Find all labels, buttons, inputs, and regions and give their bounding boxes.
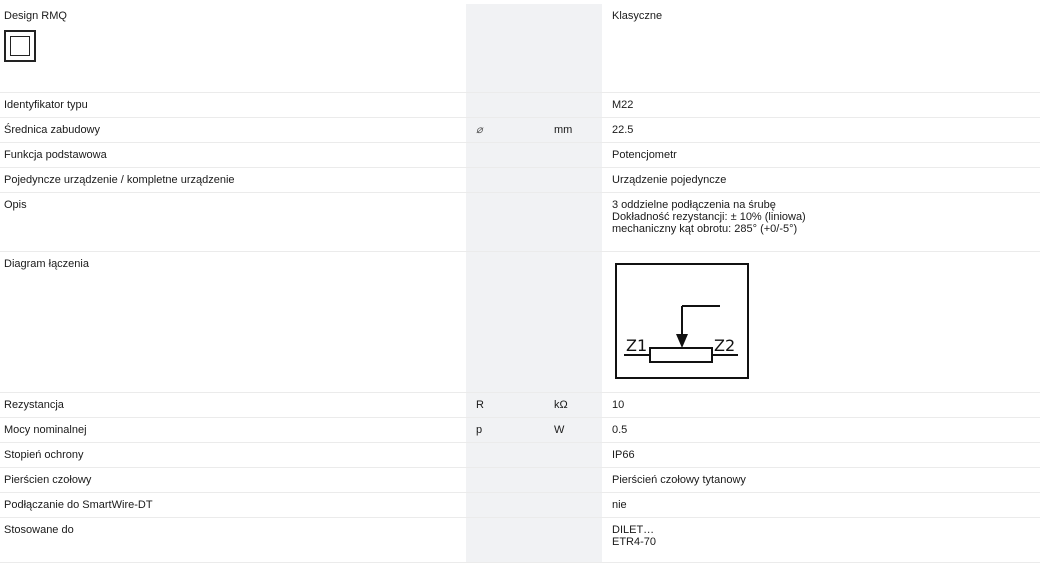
unit-cell: W [544, 417, 602, 443]
table-row: Rezystancja R kΩ 10 [0, 392, 1040, 418]
unit-cell [544, 517, 602, 563]
symbol-cell [466, 517, 544, 563]
row-label: Stopień ochrony [0, 442, 466, 468]
table-row: Opis 3 oddzielne podłączenia na śrubę Do… [0, 192, 1040, 252]
applies-to-item: DILET… [612, 524, 655, 536]
value-cell: 10 [602, 392, 1040, 418]
symbol-cell [466, 92, 544, 118]
table-row: Funkcja podstawowa Potencjometr [0, 142, 1040, 168]
table-row: Diagram łączenia Z1 Z2 [0, 251, 1040, 393]
unit-cell [544, 492, 602, 518]
symbol-cell [466, 442, 544, 468]
value-cell: Urządzenie pojedyncze [602, 167, 1040, 193]
resistor-body [649, 347, 713, 363]
value-cell: Pierścień czołowy tytanowy [602, 467, 1040, 493]
symbol-cell: p [466, 417, 544, 443]
unit-cell [544, 467, 602, 493]
value-cell: Klasyczne [602, 4, 1040, 93]
symbol-cell [466, 467, 544, 493]
applies-to-item: ETR4-70 [612, 536, 657, 548]
row-label: Mocy nominalnej [0, 417, 466, 443]
table-row: Design RMQ Klasyczne [0, 4, 1040, 93]
unit-cell: kΩ [544, 392, 602, 418]
diameter-icon: ⌀ [466, 117, 544, 143]
row-label: Diagram łączenia [0, 251, 466, 393]
unit-cell [544, 4, 602, 93]
table-row: Identyfikator typu M22 [0, 92, 1040, 118]
unit-cell [544, 167, 602, 193]
unit-cell [544, 442, 602, 468]
symbol-cell [466, 492, 544, 518]
description-line: Dokładność rezystancji: ± 10% (liniowa) [612, 211, 806, 223]
row-label: Identyfikator typu [0, 92, 466, 118]
value-cell: M22 [602, 92, 1040, 118]
unit-cell [544, 251, 602, 393]
terminal-label-z2: Z2 [714, 336, 735, 355]
row-label: Design RMQ [4, 10, 67, 22]
table-row: Stopień ochrony IP66 [0, 442, 1040, 468]
potentiometer-wiring-diagram: Z1 Z2 [615, 263, 749, 379]
row-label: Opis [0, 192, 466, 252]
table-row: Pojedyncze urządzenie / kompletne urządz… [0, 167, 1040, 193]
symbol-cell [466, 4, 544, 93]
symbol-cell [466, 142, 544, 168]
description-line: mechaniczny kąt obrotu: 285° (+0/-5°) [612, 223, 798, 235]
symbol-cell [466, 251, 544, 393]
symbol-cell [466, 167, 544, 193]
table-row: Podłączanie do SmartWire-DT nie [0, 492, 1040, 518]
unit-cell [544, 142, 602, 168]
unit-cell: mm [544, 117, 602, 143]
value-cell: IP66 [602, 442, 1040, 468]
value-cell: 3 oddzielne podłączenia na śrubę Dokładn… [602, 192, 1040, 252]
rmq-design-icon [4, 30, 36, 62]
value-cell: Potencjometr [602, 142, 1040, 168]
table-row: Średnica zabudowy ⌀ mm 22.5 [0, 117, 1040, 143]
description-line: 3 oddzielne podłączenia na śrubę [612, 199, 776, 211]
spec-table: Design RMQ Klasyczne Identyfikator typu … [0, 4, 1040, 563]
row-label: Średnica zabudowy [0, 117, 466, 143]
value-cell: 0.5 [602, 417, 1040, 443]
value-cell: nie [602, 492, 1040, 518]
row-label: Funkcja podstawowa [0, 142, 466, 168]
table-row: Mocy nominalnej p W 0.5 [0, 417, 1040, 443]
symbol-cell: R [466, 392, 544, 418]
row-label: Pierścien czołowy [0, 467, 466, 493]
row-label: Pojedyncze urządzenie / kompletne urządz… [0, 167, 466, 193]
row-label: Podłączanie do SmartWire-DT [0, 492, 466, 518]
unit-cell [544, 192, 602, 252]
value-cell: 22.5 [602, 117, 1040, 143]
row-label: Stosowane do [0, 517, 466, 563]
table-row: Pierścien czołowy Pierścień czołowy tyta… [0, 467, 1040, 493]
terminal-label-z1: Z1 [626, 336, 647, 355]
row-label: Rezystancja [0, 392, 466, 418]
value-cell: DILET… ETR4-70 [602, 517, 1040, 563]
unit-cell [544, 92, 602, 118]
symbol-cell [466, 192, 544, 252]
table-row: Stosowane do DILET… ETR4-70 [0, 517, 1040, 563]
